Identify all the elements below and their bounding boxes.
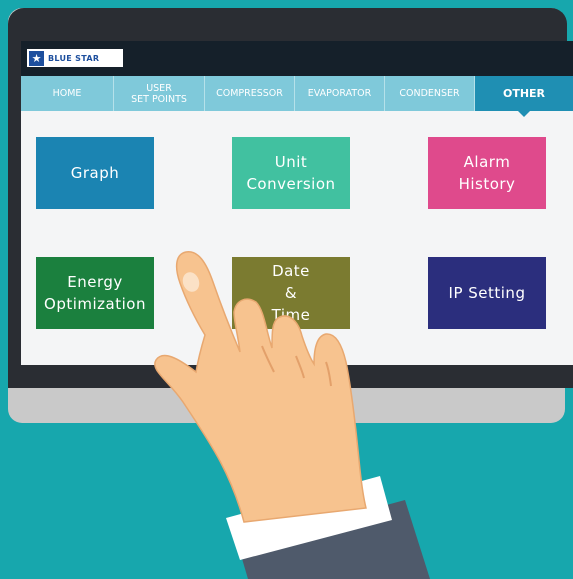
hand-icon xyxy=(154,251,367,523)
pointing-hand-illustration xyxy=(154,251,430,579)
